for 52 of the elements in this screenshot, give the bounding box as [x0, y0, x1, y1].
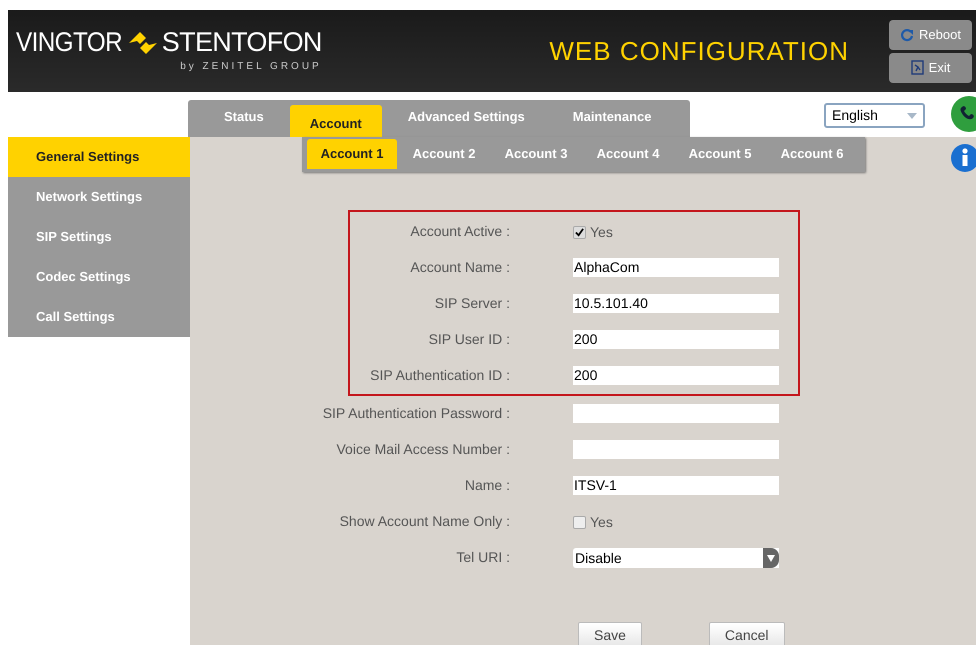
field-label: Account Name :	[410, 259, 510, 275]
page-title: WEB CONFIGURATION	[549, 34, 849, 68]
field-label: Name :	[464, 477, 510, 493]
logo-text: VINGTOR	[16, 29, 122, 56]
checkbox-label: Yes	[590, 222, 613, 242]
header-button[interactable]: Exit	[889, 52, 972, 82]
field-label: Tel URI :	[456, 549, 510, 565]
input-field[interactable]: 10.5.101.40	[573, 294, 779, 313]
main-tab[interactable]: Maintenance	[550, 105, 674, 137]
account-tab[interactable]: Account 2	[399, 139, 489, 169]
field-label: SIP User ID :	[428, 331, 510, 347]
field-label: Show Account Name Only :	[340, 513, 510, 529]
account-tab[interactable]: Account 5	[675, 139, 765, 169]
account-tab[interactable]: Account 6	[767, 139, 857, 169]
dropdown[interactable]: Disable	[573, 548, 779, 568]
logo-text: STENTOFON	[162, 29, 322, 56]
account-tab[interactable]: Account 4	[583, 139, 673, 169]
field-label: SIP Authentication Password :	[322, 405, 510, 421]
input-field[interactable]	[573, 404, 779, 423]
caret-icon	[907, 112, 917, 118]
sidebar-item[interactable]: SIP Settings	[8, 217, 190, 257]
main-tab[interactable]: Account	[290, 105, 382, 137]
sidebar-item[interactable]: Call Settings	[8, 297, 190, 337]
exit-door-icon	[910, 60, 924, 75]
checkbox[interactable]	[573, 226, 586, 238]
main-tab[interactable]: Status	[202, 105, 286, 137]
input-field[interactable]: ITSV-1	[573, 476, 779, 495]
form-button[interactable]: Cancel	[708, 622, 785, 645]
info-icon[interactable]	[950, 143, 976, 173]
header-button[interactable]: Reboot	[889, 20, 972, 50]
input-field[interactable]: AlphaCom	[573, 258, 779, 277]
checkbox[interactable]	[573, 516, 586, 528]
logo-subtitle: by ZENITEL GROUP	[180, 60, 322, 74]
input-field[interactable]	[573, 440, 779, 459]
field-label: SIP Server :	[434, 295, 510, 311]
field-label: Account Active :	[410, 223, 510, 239]
sidebar-item[interactable]: Network Settings	[8, 177, 190, 217]
language-dropdown[interactable]: English	[824, 103, 925, 128]
field-label: SIP Authentication ID :	[370, 367, 510, 383]
field-label: Voice Mail Access Number :	[336, 441, 510, 457]
main-tab[interactable]: Advanced Settings	[386, 105, 547, 137]
account-tab[interactable]: Account 1	[307, 139, 397, 169]
sidebar-item[interactable]: General Settings	[8, 137, 190, 177]
input-field[interactable]: 200	[573, 366, 779, 385]
input-field[interactable]: 200	[573, 330, 779, 349]
checkbox-label: Yes	[590, 512, 613, 532]
refresh-icon	[900, 28, 914, 42]
form-button[interactable]: Save	[578, 622, 642, 645]
phone-icon[interactable]	[950, 95, 976, 133]
checkmark-icon	[575, 228, 584, 236]
account-tab[interactable]: Account 3	[491, 139, 581, 169]
sidebar-item[interactable]: Codec Settings	[8, 257, 190, 297]
